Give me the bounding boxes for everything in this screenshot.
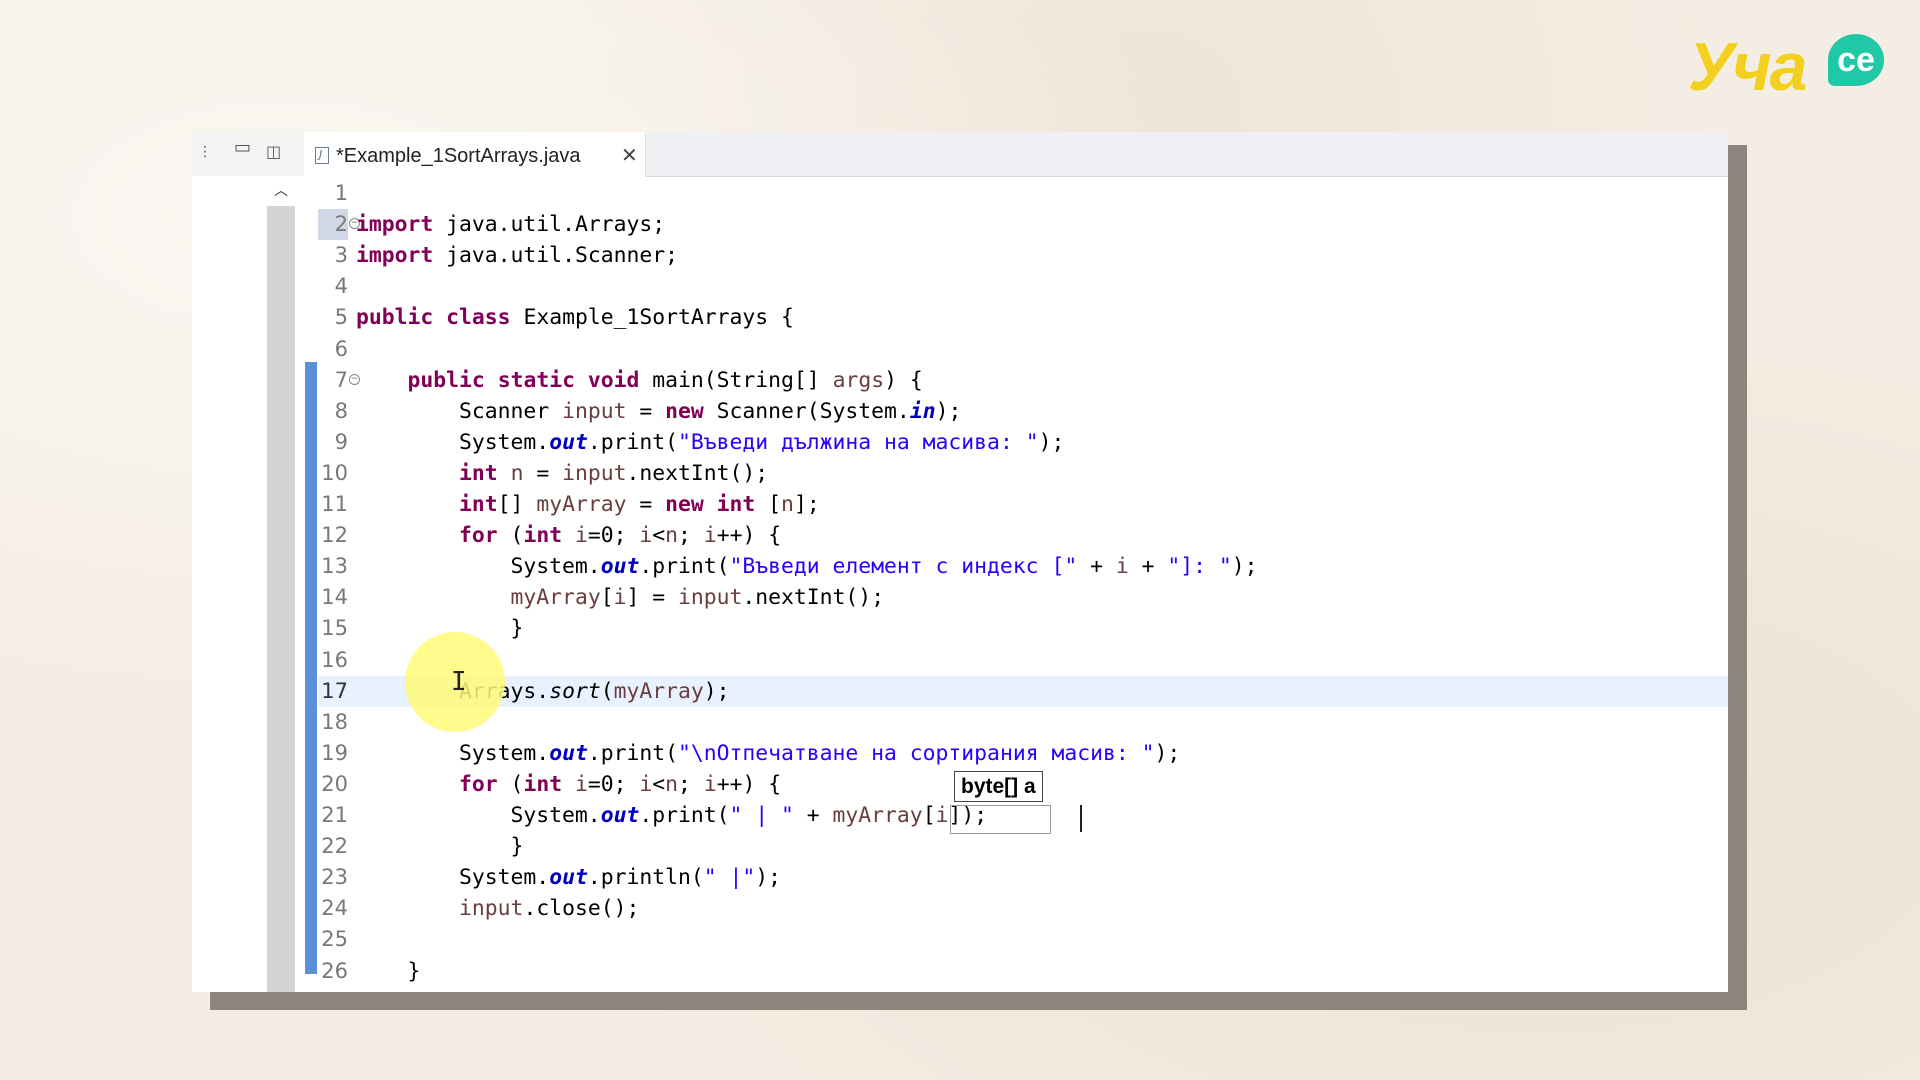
line-number: 8 bbox=[334, 398, 348, 423]
ide-window: ⋮ ▭ ◫ ︿ *Example_1SortArrays.java ✕ 1 2−i… bbox=[192, 132, 1728, 992]
code-line[interactable]: 5 public class Example_1SortArrays { bbox=[318, 302, 1728, 333]
logo-badge: се bbox=[1828, 34, 1884, 86]
code-text: int n = input.nextInt(); bbox=[459, 460, 769, 486]
line-number: 15 bbox=[321, 616, 348, 641]
left-panel: ⋮ ▭ ◫ ︿ bbox=[192, 132, 304, 992]
mouse-ibeam-cursor: I bbox=[451, 667, 467, 697]
view-menu-icon[interactable]: ⋮ bbox=[198, 144, 212, 160]
code-line[interactable]: 23 System.out.println(" |"); bbox=[318, 862, 1728, 893]
code-line[interactable]: 19 System.out.print("\nОтпечатване на со… bbox=[318, 738, 1728, 769]
code-text: for (int i=0; i<n; i++) { bbox=[459, 771, 782, 797]
code-line[interactable]: 9 System.out.print("Въведи дължина на ма… bbox=[318, 427, 1728, 458]
code-text: for (int i=0; i<n; i++) { bbox=[459, 523, 782, 549]
line-number: 9 bbox=[334, 429, 348, 454]
code-text: import java.util.Scanner; bbox=[356, 243, 678, 269]
editor-tab[interactable]: *Example_1SortArrays.java ✕ bbox=[304, 132, 646, 177]
line-number: 24 bbox=[321, 896, 348, 921]
panel-toolbar: ⋮ ▭ ◫ bbox=[192, 132, 304, 176]
line-number: 26 bbox=[321, 958, 348, 983]
code-text: import java.util.Arrays; bbox=[356, 212, 666, 238]
code-line[interactable]: 15 } bbox=[318, 613, 1728, 644]
code-editor[interactable]: *Example_1SortArrays.java ✕ 1 2−import ja… bbox=[304, 132, 1728, 992]
line-number: 2 bbox=[318, 209, 348, 241]
code-line[interactable]: 11 int[] myArray = new int [n]; bbox=[318, 489, 1728, 520]
code-line[interactable]: 7− public static void main(String[] args… bbox=[318, 365, 1728, 396]
line-number: 25 bbox=[321, 927, 348, 952]
code-line[interactable]: 10 int n = input.nextInt(); bbox=[318, 458, 1728, 489]
line-number: 11 bbox=[321, 492, 348, 516]
code-line[interactable]: 1 bbox=[318, 178, 1728, 209]
code-line[interactable]: 3 import java.util.Scanner; bbox=[318, 240, 1728, 271]
code-line[interactable]: 13 System.out.print("Въведи елемент с ин… bbox=[318, 551, 1728, 582]
line-number: 17 bbox=[321, 678, 348, 703]
code-line[interactable]: 18 bbox=[318, 707, 1728, 738]
line-number: 21 bbox=[321, 803, 348, 827]
line-number: 18 bbox=[321, 709, 348, 734]
code-line[interactable]: 24 input.close(); bbox=[318, 893, 1728, 924]
line-number: 22 bbox=[321, 834, 348, 859]
line-number: 23 bbox=[321, 865, 348, 890]
line-number: 14 bbox=[321, 585, 348, 610]
code-line[interactable]: 14 myArray[i] = input.nextInt(); bbox=[318, 582, 1728, 613]
java-file-icon bbox=[315, 147, 329, 164]
line-number: 12 bbox=[321, 523, 348, 548]
change-marker bbox=[305, 362, 317, 974]
change-ruler bbox=[304, 178, 318, 992]
code-line[interactable]: 6 bbox=[318, 334, 1728, 365]
code-text: System.out.print("Въведи елемент с индек… bbox=[356, 554, 1258, 580]
code-line[interactable]: 26 } bbox=[318, 956, 1728, 987]
code-line[interactable]: 16 bbox=[318, 645, 1728, 676]
scroll-up-icon[interactable]: ︿ bbox=[267, 176, 295, 206]
minimize-icon[interactable]: ▭ bbox=[234, 139, 251, 157]
argument-highlight bbox=[950, 805, 1051, 834]
line-number: 20 bbox=[321, 771, 348, 796]
code-line[interactable]: 8 Scanner input = new Scanner(System.in)… bbox=[318, 396, 1728, 427]
code-text: public static void main(String[] args) { bbox=[407, 367, 923, 393]
code-text: myArray[i] = input.nextInt(); bbox=[510, 585, 885, 611]
code-line[interactable]: 2− import java.util.Arrays; bbox=[318, 209, 1728, 241]
line-number: 5 bbox=[334, 305, 348, 330]
line-number: 10 bbox=[321, 460, 348, 485]
brand-logo: Уча се bbox=[1688, 28, 1893, 106]
line-number: 27 bbox=[318, 987, 348, 992]
code-text: } bbox=[356, 958, 421, 984]
code-line[interactable]: 4 bbox=[318, 271, 1728, 302]
line-number: 13 bbox=[321, 554, 348, 579]
code-text: System.out.print("\nОтпечатване на сорти… bbox=[356, 740, 1181, 766]
line-number: 1 bbox=[334, 181, 348, 205]
logo-text: Уча bbox=[1688, 29, 1808, 105]
code-text: Scanner input = new Scanner(System.in); bbox=[356, 398, 962, 424]
vertical-scrollbar[interactable]: ︿ bbox=[267, 176, 295, 992]
code-area[interactable]: 1 2− import java.util.Arrays; 3 import java.… bbox=[318, 178, 1728, 992]
line-number: 4 bbox=[334, 274, 348, 299]
code-text: } bbox=[356, 834, 524, 860]
code-line[interactable]: 25 bbox=[318, 924, 1728, 955]
code-line[interactable]: 17 Arrays.sort(myArray); bbox=[318, 675, 1728, 707]
parameter-hint-tooltip: byte[] a bbox=[954, 771, 1043, 802]
code-text: System.out.print("Въведи дължина на маси… bbox=[356, 429, 1065, 455]
line-number: 7 bbox=[334, 367, 348, 392]
tab-title: *Example_1SortArrays.java bbox=[336, 145, 581, 167]
editor-tab-bar: *Example_1SortArrays.java ✕ bbox=[304, 132, 1728, 177]
maximize-icon[interactable]: ◫ bbox=[266, 144, 281, 160]
code-text: int[] myArray = new int [n]; bbox=[459, 492, 820, 517]
code-line[interactable]: 22 } bbox=[318, 831, 1728, 862]
close-icon[interactable]: ✕ bbox=[621, 145, 638, 165]
text-caret bbox=[1080, 805, 1082, 832]
code-text: public class Example_1SortArrays { bbox=[356, 305, 794, 331]
code-text: input.close(); bbox=[459, 896, 640, 922]
line-number: 6 bbox=[334, 336, 348, 361]
line-number: 16 bbox=[321, 647, 348, 672]
line-number: 3 bbox=[334, 243, 348, 268]
line-number: 19 bbox=[321, 740, 348, 765]
code-line[interactable]: 27 bbox=[318, 987, 1728, 992]
code-text: System.out.print(" | " + myArray[i]); bbox=[356, 803, 988, 828]
code-line[interactable]: 12 for (int i=0; i<n; i++) { bbox=[318, 520, 1728, 551]
code-text: System.out.println(" |"); bbox=[356, 865, 782, 891]
